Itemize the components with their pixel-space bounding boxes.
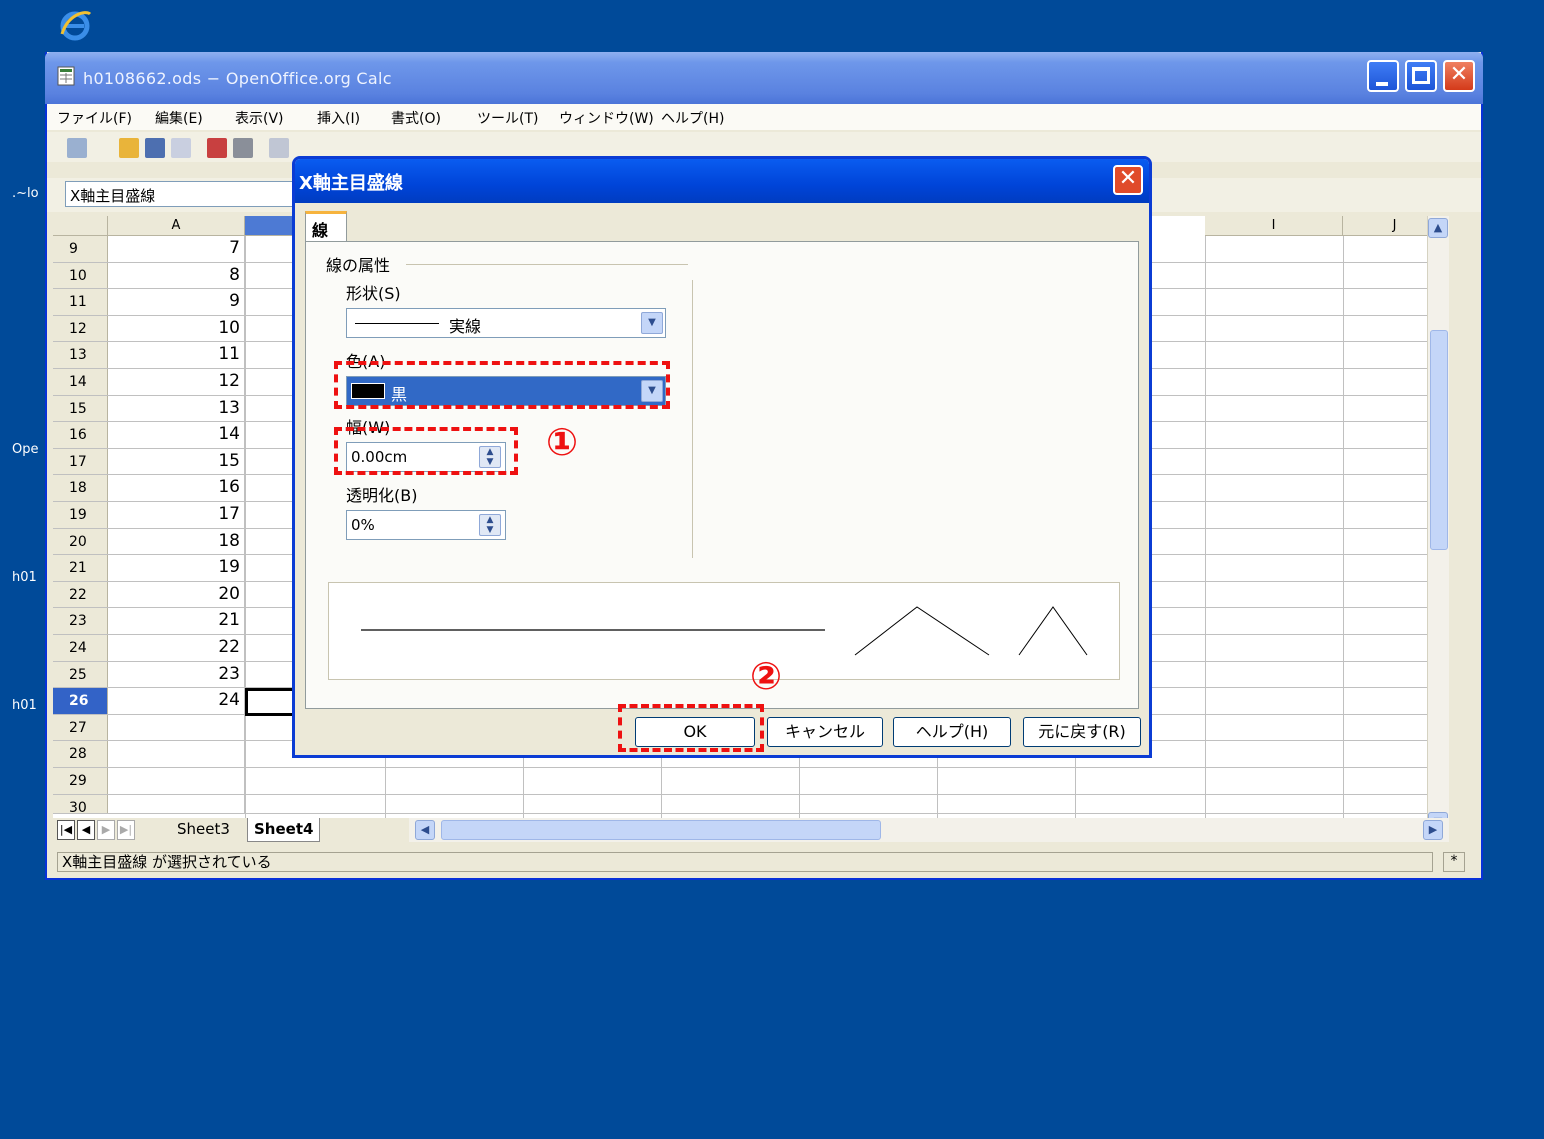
open-folder-icon[interactable] [119, 138, 139, 158]
internet-explorer-icon[interactable] [58, 8, 92, 42]
menu-window[interactable]: ウィンドウ(W) [559, 108, 654, 128]
table-row[interactable]: 29 [53, 768, 1447, 795]
horizontal-scroll-thumb[interactable] [441, 820, 881, 840]
annotation-step-1: ① [546, 420, 579, 464]
window-title: h0108662.ods − OpenOffice.org Calc [83, 69, 392, 88]
column-header-a[interactable]: A [108, 216, 245, 236]
new-doc-icon[interactable] [67, 138, 87, 158]
menu-tools[interactable]: ツール(T) [477, 108, 538, 128]
dialog-title-bar[interactable]: X軸主目盛線 ✕ [295, 159, 1149, 203]
line-style-sample [355, 323, 439, 324]
minimize-button[interactable] [1367, 60, 1399, 92]
close-window-button[interactable]: ✕ [1443, 60, 1475, 92]
desktop-side-label: Ope [12, 442, 39, 457]
dialog-title: X軸主目盛線 [299, 173, 403, 194]
menu-file[interactable]: ファイル(F) [57, 108, 132, 128]
desktop-side-label: h01 [12, 570, 37, 585]
line-style-select[interactable]: 実線 ▼ [346, 308, 666, 338]
scroll-up-icon[interactable]: ▲ [1428, 218, 1448, 238]
prev-sheet-icon[interactable]: ◀ [77, 820, 95, 840]
line-preview-graphic [361, 606, 1088, 656]
highlight-ok-button [618, 704, 764, 752]
tab-line[interactable]: 線 [305, 211, 347, 243]
group-title: 線の属性 [326, 252, 397, 276]
save-icon[interactable] [145, 138, 165, 158]
menu-help[interactable]: ヘルプ(H) [661, 108, 724, 128]
line-properties-panel: 線の属性 形状(S) 実線 ▼ 色(A) 黒 ▼ 幅(W) 0.00cm ▲ ▼ … [305, 241, 1139, 709]
last-sheet-icon[interactable]: ▶| [117, 820, 135, 840]
transparency-label: 透明化(B) [346, 486, 418, 505]
line-preview [328, 582, 1120, 680]
style-label: 形状(S) [346, 284, 401, 303]
maximize-button[interactable] [1405, 60, 1437, 92]
spin-arrows-icon[interactable]: ▲ ▼ [479, 514, 501, 536]
horizontal-scrollbar[interactable]: ◀ ▶ [409, 818, 1449, 842]
highlight-color-field [334, 361, 670, 409]
email-icon[interactable] [171, 138, 191, 158]
cancel-button[interactable]: キャンセル [767, 717, 883, 747]
status-modified-indicator: * [1443, 852, 1465, 872]
column-header-i[interactable]: I [1205, 216, 1343, 236]
menu-bar: ファイル(F) 編集(E) 表示(V) 挿入(I) 書式(O) ツール(T) ウ… [47, 104, 1481, 130]
help-button[interactable]: ヘルプ(H) [893, 717, 1011, 747]
name-box[interactable]: X軸主目盛線 [65, 181, 305, 207]
tab-sheet4[interactable]: Sheet4 [247, 818, 321, 842]
desktop-side-label: .~lo [12, 186, 39, 201]
chevron-down-icon[interactable]: ▼ [641, 312, 663, 334]
print-icon[interactable] [233, 138, 253, 158]
corner-header[interactable] [53, 216, 108, 236]
desktop-side-label: h01 [12, 698, 37, 713]
cut-icon[interactable] [269, 138, 289, 158]
status-bar: X軸主目盛線 が選択されている * [53, 850, 1469, 874]
menu-insert[interactable]: 挿入(I) [317, 108, 360, 128]
vertical-scrollbar[interactable]: ▲ ▼ [1427, 216, 1449, 836]
first-sheet-icon[interactable]: |◀ [57, 820, 75, 840]
annotation-step-2: ② [750, 654, 783, 698]
spreadsheet-doc-icon [57, 66, 75, 86]
highlight-width-field [334, 427, 518, 475]
pdf-export-icon[interactable] [207, 138, 227, 158]
transparency-spinner[interactable]: 0% ▲ ▼ [346, 510, 506, 540]
next-sheet-icon[interactable]: ▶ [97, 820, 115, 840]
reset-button[interactable]: 元に戻す(R) [1023, 717, 1141, 747]
status-text: X軸主目盛線 が選択されている [57, 852, 1433, 872]
scroll-right-icon[interactable]: ▶ [1423, 820, 1443, 840]
tab-sheet3[interactable]: Sheet3 [171, 818, 236, 842]
dialog-close-button[interactable]: ✕ [1113, 165, 1143, 195]
window-title-bar[interactable]: h0108662.ods − OpenOffice.org Calc ✕ [45, 52, 1483, 104]
scroll-left-icon[interactable]: ◀ [415, 820, 435, 840]
menu-edit[interactable]: 編集(E) [155, 108, 203, 128]
table-row[interactable]: 30 [53, 794, 1447, 814]
vertical-scroll-thumb[interactable] [1430, 330, 1448, 550]
menu-format[interactable]: 書式(O) [391, 108, 441, 128]
menu-view[interactable]: 表示(V) [235, 108, 284, 128]
